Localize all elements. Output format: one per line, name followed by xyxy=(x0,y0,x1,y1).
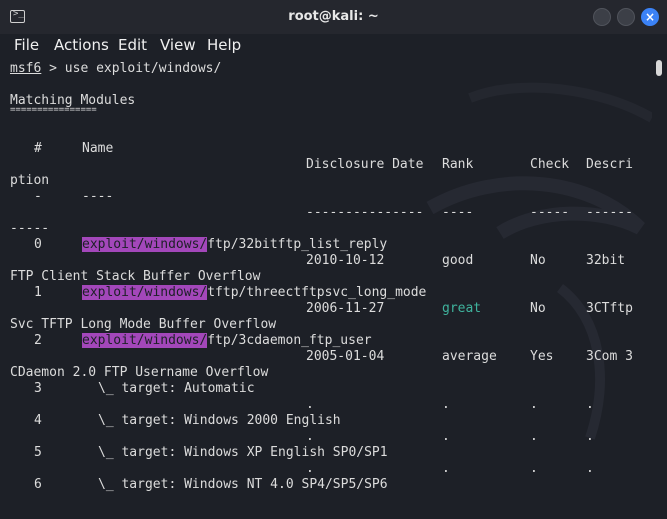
target-dot: . xyxy=(306,397,314,412)
table-row-date: 2005-01-04 xyxy=(306,349,385,364)
heading-rule: ================ xyxy=(10,105,97,115)
menu-help[interactable]: Help xyxy=(207,36,241,54)
menu-edit[interactable]: Edit xyxy=(118,36,147,54)
table-row-desc: 3Com 3 xyxy=(586,349,633,364)
col-rank-header: Rank xyxy=(442,157,474,172)
target-row-num: 6 xyxy=(34,477,42,492)
col-desc-header: Descri xyxy=(586,157,633,172)
dash-desc: ------ xyxy=(586,205,633,220)
search-highlight: exploit/windows/ xyxy=(82,333,208,348)
col-date-header: Disclosure Date xyxy=(306,157,424,172)
target-dot: . xyxy=(442,461,450,476)
col-name-header: Name xyxy=(82,141,114,156)
target-dot: . xyxy=(586,461,594,476)
maximize-button[interactable] xyxy=(617,8,635,26)
table-row-date: 2006-11-27 xyxy=(306,301,385,316)
target-dot: . xyxy=(530,461,538,476)
command-line: msf6 > use exploit/windows/ xyxy=(10,61,221,77)
target-row-text: \_ target: Windows NT 4.0 SP4/SP5/SP6 xyxy=(98,477,388,492)
target-dot: . xyxy=(442,397,450,412)
col-num-header: # xyxy=(34,141,42,156)
table-row-num: 1 xyxy=(34,285,42,300)
table-row-name: exploit/windows/ftp/3cdaemon_ftp_user xyxy=(82,333,372,348)
command-text: > use exploit/windows/ xyxy=(41,61,222,76)
menu-view[interactable]: View xyxy=(160,36,196,54)
table-row-rank: good xyxy=(442,253,474,268)
scrollbar-thumb[interactable] xyxy=(656,60,662,76)
target-dot: . xyxy=(306,461,314,476)
col-desc-header-wrap: ption xyxy=(10,173,50,188)
col-check-header: Check xyxy=(530,157,570,172)
table-row-date: 2010-10-12 xyxy=(306,253,385,268)
search-highlight: exploit/windows/ xyxy=(82,237,208,252)
table-row-desc: 3CTftp xyxy=(586,301,633,316)
menu-bar: File Actions Edit View Help xyxy=(0,34,667,58)
scrollbar[interactable] xyxy=(652,58,667,519)
table-row-name: exploit/windows/tftp/threectftpsvc_long_… xyxy=(82,285,427,300)
table-row-desc-wrap: FTP Client Stack Buffer Overflow xyxy=(10,269,261,284)
table-row-rank: average xyxy=(442,349,497,364)
table-row-name: exploit/windows/ftp/32bitftp_list_reply xyxy=(82,237,388,252)
target-dot: . xyxy=(586,429,594,444)
close-button[interactable]: × xyxy=(641,8,659,26)
target-dot: . xyxy=(530,429,538,444)
table-row-rank: great xyxy=(442,301,482,316)
target-dot: . xyxy=(442,429,450,444)
menu-actions[interactable]: Actions xyxy=(54,36,109,54)
table-row-check: No xyxy=(530,301,546,316)
target-row-num: 5 xyxy=(34,445,42,460)
table-row-desc: 32bit xyxy=(586,253,626,268)
target-row-num: 4 xyxy=(34,413,42,428)
table-row-desc-wrap: Svc TFTP Long Mode Buffer Overflow xyxy=(10,317,277,332)
title-bar: >_ root@kali: ~ × xyxy=(0,0,667,34)
target-row-num: 3 xyxy=(34,381,42,396)
dash-desc-wrap: ----- xyxy=(10,221,50,236)
target-row-text: \_ target: Windows XP English SP0/SP1 xyxy=(98,445,388,460)
dash-num: - xyxy=(34,189,42,204)
table-row-check: Yes xyxy=(530,349,554,364)
prompt: msf6 xyxy=(10,61,42,76)
table-row-num: 2 xyxy=(34,333,42,348)
target-row-text: \_ target: Automatic xyxy=(98,381,255,396)
table-row-num: 0 xyxy=(34,237,42,252)
dash-rank: ---- xyxy=(442,205,474,220)
menu-file[interactable]: File xyxy=(14,36,39,54)
table-row-desc-wrap: CDaemon 2.0 FTP Username Overflow xyxy=(10,365,269,380)
search-highlight: exploit/windows/ xyxy=(82,285,208,300)
terminal-output[interactable]: msf6 > use exploit/windows/ Matching Mod… xyxy=(0,58,652,519)
dash-check: ----- xyxy=(530,205,570,220)
dash-name: ---- xyxy=(82,189,114,204)
close-icon: × xyxy=(644,10,656,24)
target-dot: . xyxy=(586,397,594,412)
target-dot: . xyxy=(306,429,314,444)
table-row-check: No xyxy=(530,253,546,268)
dash-date: --------------- xyxy=(306,205,424,220)
target-dot: . xyxy=(530,397,538,412)
target-row-text: \_ target: Windows 2000 English xyxy=(98,413,341,428)
minimize-button[interactable] xyxy=(593,8,611,26)
window-title: root@kali: ~ xyxy=(288,9,379,24)
